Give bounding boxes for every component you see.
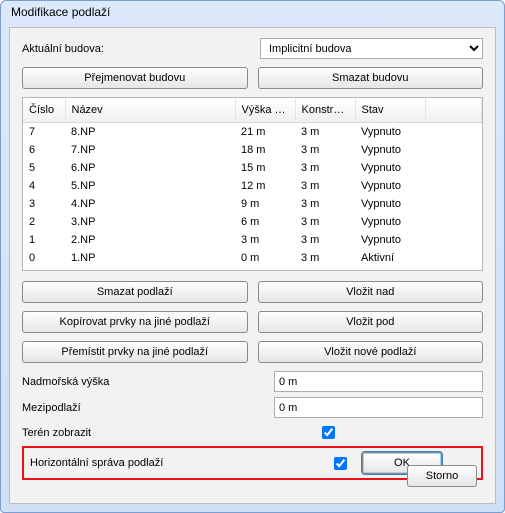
elevation-label: Nadmořská výška bbox=[22, 376, 274, 388]
move-elements-button[interactable]: Přemístit prvky na jiné podlaží bbox=[22, 341, 248, 363]
cell-konstru: 3 m bbox=[295, 195, 355, 213]
delete-building-button[interactable]: Smazat budovu bbox=[258, 67, 484, 89]
col-number[interactable]: Číslo bbox=[23, 98, 65, 123]
cell-num: 3 bbox=[23, 195, 65, 213]
elevation-input[interactable] bbox=[274, 371, 483, 392]
cell-name: 1.NP bbox=[65, 249, 235, 267]
cell-height: 15 m bbox=[235, 159, 295, 177]
cell-num: 7 bbox=[23, 123, 65, 142]
table-row[interactable]: 78.NP21 m3 mVypnuto bbox=[23, 123, 482, 142]
table-row[interactable]: 23.NP6 m3 mVypnuto bbox=[23, 213, 482, 231]
horizontal-manage-checkbox[interactable] bbox=[334, 457, 347, 470]
cell-state: Vypnuto bbox=[355, 231, 425, 249]
cell-height: 6 m bbox=[235, 213, 295, 231]
table-row[interactable]: 45.NP12 m3 mVypnuto bbox=[23, 177, 482, 195]
cell-height: 9 m bbox=[235, 195, 295, 213]
table-row[interactable]: 56.NP15 m3 mVypnuto bbox=[23, 159, 482, 177]
storno-button[interactable]: Storno bbox=[407, 465, 477, 487]
cell-name: 3.NP bbox=[65, 213, 235, 231]
interfloor-label: Mezipodlaží bbox=[22, 402, 274, 414]
cell-konstru: 3 m bbox=[295, 123, 355, 142]
cell-height: 0 m bbox=[235, 249, 295, 267]
cell-num: 1 bbox=[23, 231, 65, 249]
cell-num: 4 bbox=[23, 177, 65, 195]
col-name[interactable]: Název bbox=[65, 98, 235, 123]
col-konstru[interactable]: Konstru... bbox=[295, 98, 355, 123]
cell-konstru: 3 m bbox=[295, 231, 355, 249]
cell-height: 12 m bbox=[235, 177, 295, 195]
rename-building-button[interactable]: Přejmenovat budovu bbox=[22, 67, 248, 89]
cell-name: 2.NP bbox=[65, 231, 235, 249]
cell-num: 5 bbox=[23, 159, 65, 177]
cell-state: Vypnuto bbox=[355, 141, 425, 159]
table-row[interactable]: 01.NP0 m3 mAktivní bbox=[23, 249, 482, 267]
cell-konstru: 3 m bbox=[295, 159, 355, 177]
cell-name: 8.NP bbox=[65, 123, 235, 142]
cell-state: Vypnuto bbox=[355, 213, 425, 231]
col-state[interactable]: Stav bbox=[355, 98, 425, 123]
cell-num: 6 bbox=[23, 141, 65, 159]
cell-state: Vypnuto bbox=[355, 159, 425, 177]
cell-height: 18 m bbox=[235, 141, 295, 159]
col-extra[interactable] bbox=[425, 98, 482, 123]
cell-num: 0 bbox=[23, 249, 65, 267]
terrain-show-checkbox[interactable] bbox=[322, 426, 335, 439]
cell-konstru: 3 m bbox=[295, 177, 355, 195]
cell-name: 6.NP bbox=[65, 159, 235, 177]
cell-konstru: 3 m bbox=[295, 249, 355, 267]
terrain-show-label: Terén zobrazit bbox=[22, 427, 322, 439]
col-height[interactable]: Výška o... bbox=[235, 98, 295, 123]
delete-floor-button[interactable]: Smazat podlaží bbox=[22, 281, 248, 303]
table-row[interactable]: 34.NP9 m3 mVypnuto bbox=[23, 195, 482, 213]
cell-num: 2 bbox=[23, 213, 65, 231]
copy-elements-button[interactable]: Kopírovat prvky na jiné podlaží bbox=[22, 311, 248, 333]
insert-below-button[interactable]: Vložit pod bbox=[258, 311, 484, 333]
cell-state: Vypnuto bbox=[355, 195, 425, 213]
cell-name: 5.NP bbox=[65, 177, 235, 195]
cell-height: 3 m bbox=[235, 231, 295, 249]
current-building-select[interactable]: Implicitní budova bbox=[260, 38, 483, 59]
horizontal-manage-label: Horizontální správa podlaží bbox=[30, 457, 318, 469]
cell-konstru: 3 m bbox=[295, 213, 355, 231]
table-row[interactable]: 12.NP3 m3 mVypnuto bbox=[23, 231, 482, 249]
cell-state: Aktivní bbox=[355, 249, 425, 267]
cell-name: 4.NP bbox=[65, 195, 235, 213]
current-building-label: Aktuální budova: bbox=[22, 43, 252, 55]
table-row[interactable]: 67.NP18 m3 mVypnuto bbox=[23, 141, 482, 159]
window-title: Modifikace podlaží bbox=[1, 1, 504, 27]
cell-konstru: 3 m bbox=[295, 141, 355, 159]
insert-new-floor-button[interactable]: Vložit nové podlaží bbox=[258, 341, 484, 363]
insert-above-button[interactable]: Vložit nad bbox=[258, 281, 484, 303]
interfloor-input[interactable] bbox=[274, 397, 483, 418]
cell-height: 21 m bbox=[235, 123, 295, 142]
cell-state: Vypnuto bbox=[355, 177, 425, 195]
cell-name: 7.NP bbox=[65, 141, 235, 159]
cell-state: Vypnuto bbox=[355, 123, 425, 142]
floors-table[interactable]: Číslo Název Výška o... Konstru... Stav 7… bbox=[22, 97, 483, 271]
